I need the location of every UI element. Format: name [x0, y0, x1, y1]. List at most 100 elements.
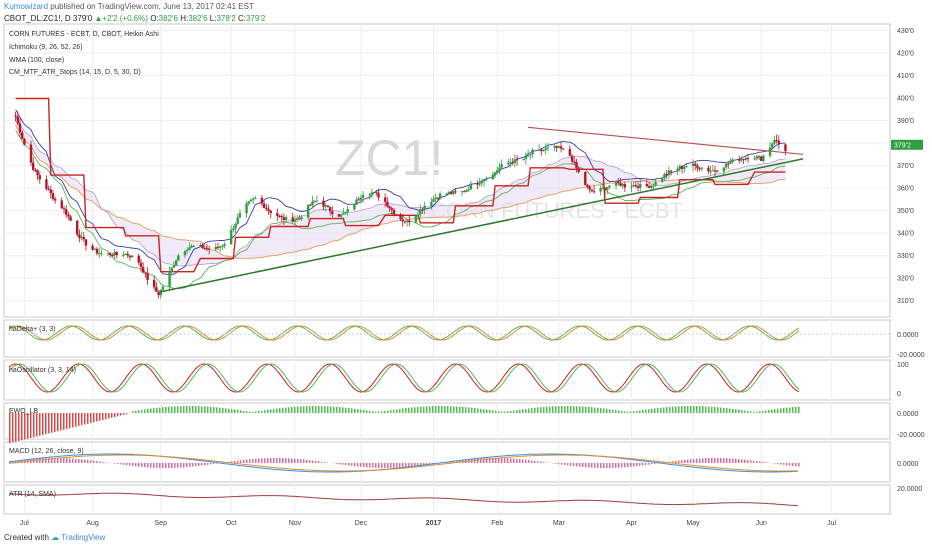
ewo-bar — [681, 406, 683, 413]
ewo-bar — [771, 409, 773, 413]
candle-body — [168, 271, 171, 287]
ewo-bar — [714, 406, 716, 413]
ewo-bar — [30, 413, 32, 438]
ewo-bar — [759, 411, 761, 413]
candle-body — [383, 197, 387, 202]
ewo-bar — [435, 406, 437, 413]
ewo-bar — [183, 406, 185, 413]
candle-body — [128, 255, 132, 258]
macd-hist-bar — [546, 462, 548, 463]
ewo-bar — [147, 408, 149, 413]
ewo-bar — [42, 413, 44, 435]
macd-hist-bar — [264, 458, 266, 463]
candle-body — [245, 203, 248, 214]
candle-body — [113, 252, 116, 256]
ewo-bar — [159, 407, 161, 413]
ewo-bar — [432, 406, 434, 413]
candle-body — [203, 248, 206, 250]
macd-hist-bar — [288, 458, 290, 463]
candle-body — [214, 246, 217, 250]
macd-hist-bar — [372, 463, 374, 468]
legend-ichimoku[interactable]: Ichimoku (9, 26, 52, 26) — [9, 44, 83, 51]
ewo-bar — [162, 407, 164, 413]
ewo-bar — [36, 413, 38, 437]
macd-hist-bar — [300, 459, 302, 463]
candle-body — [375, 191, 378, 193]
candle-body — [773, 140, 776, 144]
ewo-bar — [303, 406, 305, 413]
ewo-bar — [525, 408, 527, 413]
candle-body — [663, 174, 666, 178]
chart-canvas[interactable]: ZC1! CORN FUTURES - ECBT 430'0420'0410'0… — [0, 0, 932, 550]
ewo-bar — [294, 406, 296, 413]
candle-body — [531, 149, 534, 155]
candle-body — [390, 208, 393, 210]
candle-body — [97, 253, 101, 255]
macd-hist-bar — [315, 460, 317, 463]
ewo-bar — [372, 411, 374, 413]
ewo-bar — [657, 408, 659, 413]
macd-hist-bar — [624, 463, 626, 468]
candle-body — [652, 185, 655, 187]
ewo-bar — [255, 411, 257, 413]
grid-lines — [4, 24, 890, 514]
ewo-bar — [588, 406, 590, 413]
ewo-bar — [111, 413, 113, 418]
macd-hist-bar — [81, 459, 83, 463]
candle-body — [183, 251, 187, 256]
ewo-bar — [618, 410, 620, 413]
candle-body — [190, 245, 193, 248]
macd-hist-bar — [189, 463, 191, 467]
candle-body — [251, 198, 255, 200]
macd-hist-bar — [708, 458, 710, 463]
candle-body — [537, 149, 541, 151]
ewo-bar — [369, 410, 371, 413]
candle-body — [496, 170, 499, 173]
macd-hist-bar — [303, 459, 305, 463]
ewo-bar — [93, 413, 95, 423]
ewo-bar — [723, 407, 725, 413]
pane-label-hadelta[interactable]: haDelta+ (3, 3) — [9, 326, 56, 333]
candle-body — [559, 146, 563, 149]
candle-body — [315, 200, 319, 202]
candle-body — [201, 244, 204, 249]
candle-body — [344, 212, 347, 214]
candle-body — [95, 248, 99, 254]
tradingview-brand[interactable]: TradingView — [61, 533, 105, 542]
macd-hist-bar — [291, 458, 293, 463]
ewo-bar — [678, 406, 680, 413]
pane-label-haosc[interactable]: haOscillator (3, 3, 14) — [9, 367, 76, 374]
candle-body — [621, 184, 624, 186]
candle-body — [755, 156, 759, 159]
macd-hist-bar — [717, 458, 719, 463]
macd-hist-bar — [741, 459, 743, 463]
macd-hist-bar — [564, 463, 566, 465]
ewo-bar — [168, 406, 170, 413]
candle-body — [524, 155, 528, 159]
macd-hist-bar — [252, 459, 254, 463]
pane-label-macd[interactable]: MACD (12, 26, close, 9) — [9, 448, 84, 455]
haosc-tick-1: 0 — [897, 391, 901, 398]
legend-atr-stops[interactable]: CM_MTF_ATR_Stops (14, 15, D, 5, 30, D) — [9, 69, 141, 76]
legend-wma[interactable]: WMA (100, close) — [9, 57, 64, 64]
ewo-bar — [231, 409, 233, 413]
candle-body — [729, 162, 732, 164]
macd-hist-bar — [126, 463, 128, 466]
candle-body — [353, 204, 356, 210]
candle-body — [570, 155, 574, 162]
candle-body — [34, 169, 37, 171]
macd-hist-bar — [774, 463, 776, 464]
pane-label-atr[interactable]: ATR (14, SMA) — [9, 491, 56, 498]
candle-body — [757, 156, 761, 158]
macd-hist-bar — [558, 463, 560, 465]
macd-hist-bar — [171, 463, 173, 468]
candle-body — [454, 191, 457, 193]
macd-hist-bar — [177, 463, 179, 468]
candle-body — [75, 220, 79, 235]
ewo-bar — [330, 406, 332, 413]
candle-body — [423, 205, 426, 210]
ewo-bar — [96, 413, 98, 422]
candle-body — [306, 204, 310, 218]
ewo-bar — [99, 413, 101, 421]
pane-label-ewo[interactable]: EWO_LB — [9, 408, 39, 415]
